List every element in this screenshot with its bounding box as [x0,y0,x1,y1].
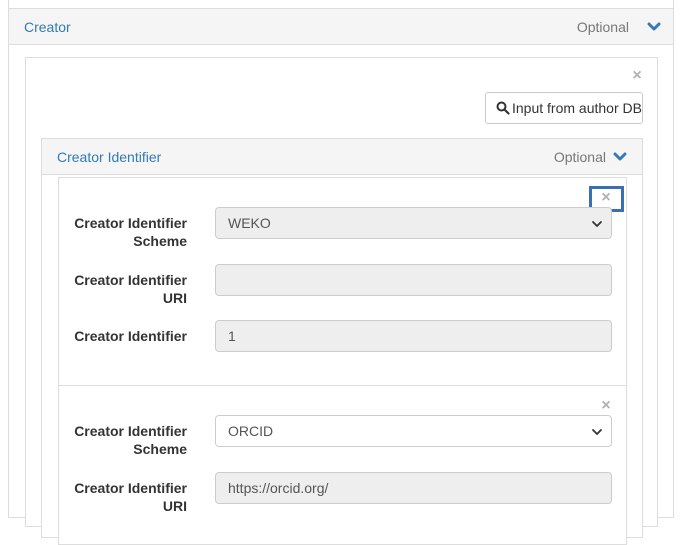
uri-label: Creator Identifier URI [74,272,187,306]
identifier-label: Creator Identifier [74,328,187,344]
identifier-item-1: × Creator Identifier Scheme WEKO Creator… [58,177,627,386]
remove-identifier-icon[interactable]: × [599,190,613,206]
identifier-field[interactable]: 1 [215,320,612,352]
creator-identifier-heading[interactable]: Creator Identifier Optional [42,139,642,175]
uri-field[interactable] [215,264,612,296]
creator-identifier-panel: Creator Identifier Optional × Creator Id… [41,138,643,545]
chevron-down-icon[interactable] [647,20,661,34]
scheme-label: Creator Identifier Scheme [74,423,187,457]
remove-creator-icon[interactable]: × [630,68,644,84]
creator-identifier-optional-label: Optional [553,149,606,165]
identifier-item-2: × Creator Identifier Scheme ORCID Creato… [58,385,627,545]
creator-panel-title[interactable]: Creator [24,19,71,35]
chevron-down-icon [592,429,602,435]
creator-panel: Creator Optional × Input from author DB … [8,8,674,545]
scheme-label: Creator Identifier Scheme [74,215,187,249]
input-from-author-db-button[interactable]: Input from author DB [485,92,643,124]
scheme-select[interactable]: WEKO [215,207,612,239]
creator-identifier-title[interactable]: Creator Identifier [57,149,161,165]
remove-identifier-icon[interactable]: × [599,398,613,414]
previous-panel-edge [8,0,674,8]
scheme-value: ORCID [228,423,274,439]
uri-field[interactable]: https://orcid.org/ [215,472,612,504]
scheme-select[interactable]: ORCID [215,415,612,447]
search-icon [496,101,510,115]
input-from-author-db-label: Input from author DB [512,100,642,116]
creator-item-box: × Input from author DB Creator Identifie… [25,57,658,545]
creator-form-frame: Creator Optional × Input from author DB … [0,0,681,545]
creator-panel-heading[interactable]: Creator Optional [9,9,673,45]
scheme-value: WEKO [228,215,271,231]
creator-optional-label: Optional [576,19,629,35]
chevron-down-icon[interactable] [613,150,627,164]
chevron-down-icon [592,221,602,227]
